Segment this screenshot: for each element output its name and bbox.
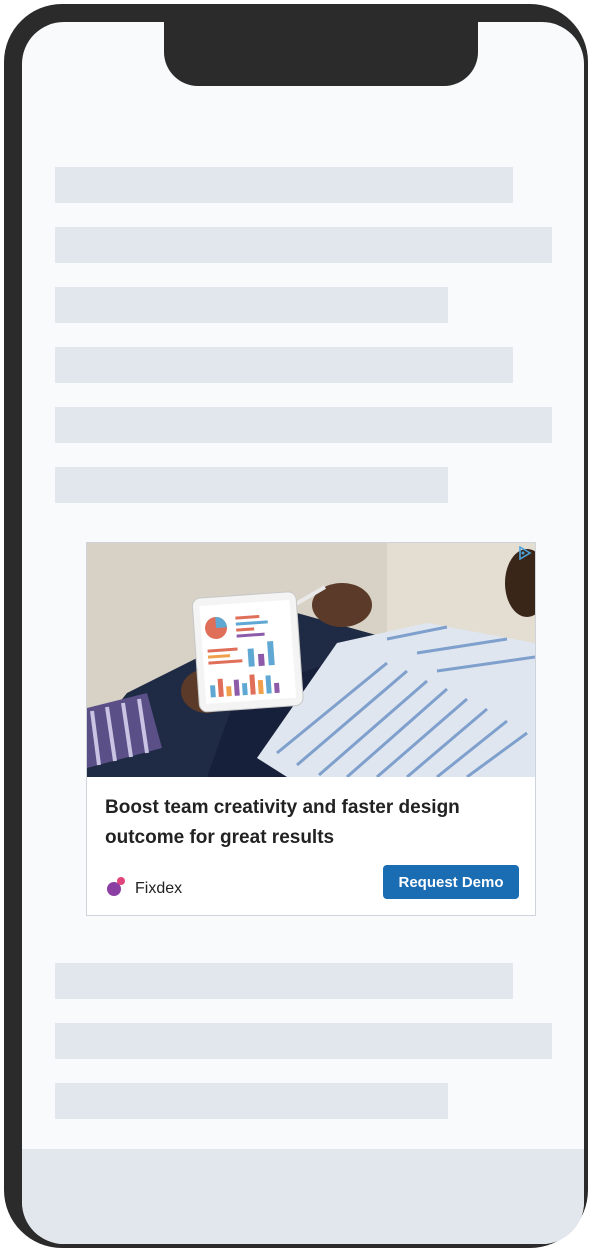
bottom-bar [22,1149,584,1244]
native-ad-card[interactable]: Boost team creativity and faster design … [86,542,536,916]
placeholder-line [55,963,513,999]
placeholder-line [55,347,513,383]
placeholder-line [55,407,552,443]
placeholder-line [55,1023,552,1059]
brand-name: Fixdex [135,880,183,897]
placeholder-line [55,467,448,503]
placeholder-line [55,167,513,203]
request-demo-button[interactable]: Request Demo [383,865,519,899]
phone-notch [164,22,478,86]
ad-headline[interactable]: Boost team creativity and faster design … [105,793,525,853]
fixdex-logo-icon [105,876,127,903]
ad-image[interactable] [87,543,535,777]
adchoices-icon[interactable] [517,545,533,561]
advertiser-brand[interactable]: Fixdex [105,876,183,903]
ad-photo [87,543,535,777]
placeholder-line [55,1083,448,1119]
placeholder-line [55,227,552,263]
placeholder-line [55,287,448,323]
